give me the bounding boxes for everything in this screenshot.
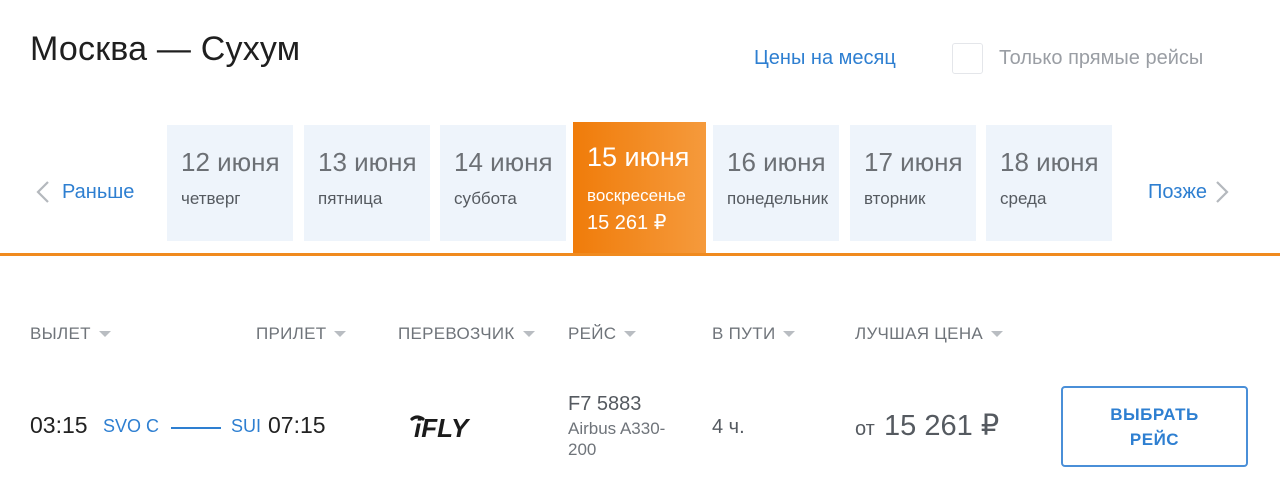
caret-down-icon	[98, 331, 111, 337]
column-header-label: РЕЙС	[568, 324, 617, 343]
weekday-label: четверг	[181, 189, 241, 208]
aircraft-type: Airbus A330-200	[568, 419, 666, 459]
price-prefix: от	[855, 418, 875, 440]
date-tab-16[interactable]: 16 июня понедельник	[713, 125, 839, 241]
date-tab-18[interactable]: 18 июня среда	[986, 125, 1112, 241]
weekday-label: пятница	[318, 189, 383, 208]
sort-duration[interactable]: В ПУТИ	[712, 324, 796, 344]
flight-duration: 4 ч.	[712, 416, 745, 438]
column-header-label: ПЕРЕВОЗЧИК	[398, 324, 515, 343]
page-title: Москва — Сухум	[30, 30, 301, 68]
caret-down-icon	[522, 331, 535, 337]
date-label: 14 июня	[454, 147, 553, 177]
date-tab-15-selected[interactable]: 15 июня воскресенье 15 261 ₽	[573, 122, 706, 256]
date-label: 17 июня	[864, 147, 963, 177]
date-tab-14[interactable]: 14 июня суббота	[440, 125, 566, 241]
sort-departure[interactable]: ВЫЛЕТ	[30, 324, 111, 344]
departure-airport[interactable]: SVO C	[103, 416, 159, 437]
date-label: 12 июня	[181, 147, 280, 177]
caret-down-icon	[334, 331, 347, 337]
sort-carrier[interactable]: ПЕРЕВОЗЧИК	[398, 324, 535, 344]
flight-price: 15 261 ₽	[884, 410, 1000, 442]
route-connector-line	[171, 427, 221, 429]
flight-number: F7 5883	[568, 393, 642, 415]
chevron-left-icon	[36, 181, 49, 203]
date-strip-underline	[0, 253, 1280, 256]
date-label: 18 июня	[1000, 147, 1099, 177]
caret-down-icon	[783, 331, 796, 337]
sort-flight[interactable]: РЕЙС	[568, 324, 637, 344]
select-button-line2: РЕЙС	[1129, 430, 1180, 449]
caret-down-icon	[624, 331, 637, 337]
carrier-logo-text: iFLY	[414, 413, 471, 442]
earlier-dates-button[interactable]: Раньше	[36, 180, 134, 204]
date-label: 16 июня	[727, 147, 826, 177]
date-label: 13 июня	[318, 147, 417, 177]
select-flight-button[interactable]: ВЫБРАТЬ РЕЙС	[1061, 386, 1248, 467]
weekday-label: понедельник	[727, 189, 829, 208]
column-header-label: В ПУТИ	[712, 324, 776, 343]
departure-time: 03:15	[30, 412, 88, 438]
weekday-label: вторник	[864, 189, 926, 208]
weekday-label: воскресенье	[587, 186, 686, 205]
date-label: 15 июня	[587, 142, 690, 172]
direct-only-checkbox[interactable]	[952, 43, 983, 74]
later-dates-button[interactable]: Позже	[1148, 180, 1229, 204]
arrival-airport[interactable]: SUI	[231, 416, 261, 437]
arrival-time: 07:15	[268, 412, 326, 438]
date-tab-17[interactable]: 17 июня вторник	[850, 125, 976, 241]
caret-down-icon	[991, 331, 1004, 337]
earlier-label: Раньше	[62, 180, 135, 203]
column-header-label: ПРИЛЕТ	[256, 324, 327, 343]
column-header-label: ВЫЛЕТ	[30, 324, 91, 343]
chevron-right-icon	[1216, 181, 1229, 203]
select-button-line1: ВЫБРАТЬ	[1110, 405, 1199, 424]
date-tab-13[interactable]: 13 июня пятница	[304, 125, 430, 241]
ifly-airline-logo: iFLY	[410, 413, 471, 442]
later-label: Позже	[1148, 180, 1207, 203]
weekday-label: среда	[1000, 189, 1047, 208]
date-tab-12[interactable]: 12 июня четверг	[167, 125, 293, 241]
direct-only-label: Только прямые рейсы	[999, 47, 1204, 69]
month-prices-link[interactable]: Цены на месяц	[754, 47, 896, 70]
weekday-label: суббота	[454, 189, 517, 208]
sort-arrival[interactable]: ПРИЛЕТ	[256, 324, 347, 344]
direct-only-toggle[interactable]: Только прямые рейсы	[952, 43, 1203, 74]
date-price: 15 261 ₽	[587, 212, 667, 234]
column-header-label: ЛУЧШАЯ ЦЕНА	[855, 324, 984, 343]
sort-best-price[interactable]: ЛУЧШАЯ ЦЕНА	[855, 324, 1004, 344]
